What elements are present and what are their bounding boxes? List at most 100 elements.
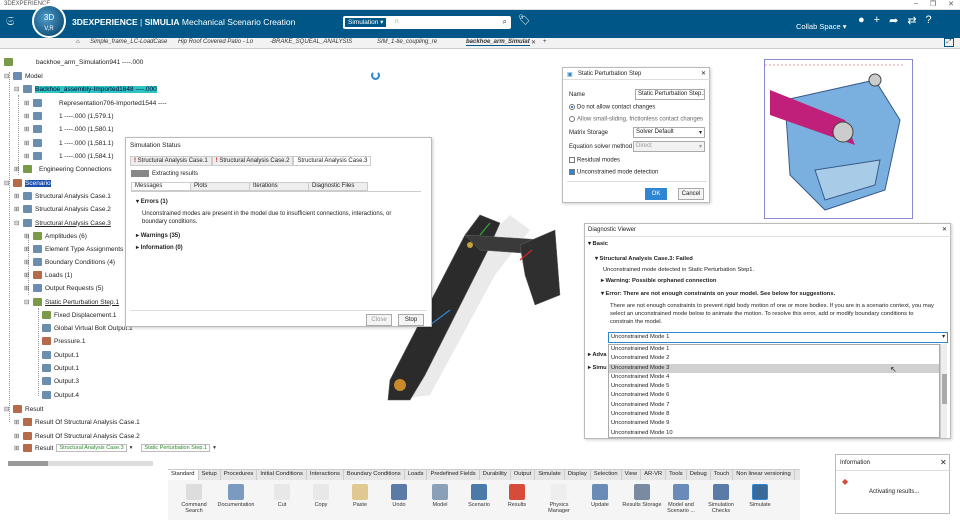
unconstrained-mode-select[interactable]: Unconstrained Mode 1 ▾ <box>608 332 948 343</box>
tab-close-icon[interactable]: ✕ <box>531 39 536 46</box>
mode-option[interactable]: Unconstrained Mode 4 <box>609 373 939 382</box>
tab-plots[interactable]: Plots <box>190 182 250 191</box>
simulation-checks-button[interactable]: Simulation Checks <box>701 484 741 514</box>
command-search-button[interactable]: Command Search <box>174 484 214 514</box>
user-collab-space[interactable]: Collab Space ▾ <box>796 22 846 31</box>
step-name-input[interactable]: Static Perturbation Step.1 <box>635 89 705 100</box>
advanced-section[interactable]: ▸ Adva <box>588 352 607 358</box>
section-simulate[interactable]: Simulate <box>535 470 565 480</box>
unconstrained-checkbox[interactable]: Unconstrained mode detection <box>569 169 658 176</box>
restore-button[interactable]: ❐ <box>930 0 936 8</box>
tree-boundary[interactable]: ⊞ Boundary Conditions (4) <box>24 258 115 266</box>
tab-case-1[interactable]: ! Structural Analysis Case.1 <box>130 156 212 166</box>
model-button[interactable]: Model <box>420 484 460 508</box>
copy-button[interactable]: Copy <box>301 484 341 508</box>
tab-simple-frame[interactable]: Simple_frame_LC-LoadCase <box>90 39 167 45</box>
tree-case-3[interactable]: ⊟ Structural Analysis Case.3 <box>14 219 111 227</box>
tree-engineering[interactable]: ⊞ Engineering Connections <box>14 165 112 173</box>
tree-scenario[interactable]: ⊟ Scenario <box>4 179 51 187</box>
section-procedures[interactable]: Procedures <box>221 470 258 480</box>
sps-close-icon[interactable]: ✕ <box>701 70 706 77</box>
step-selector[interactable]: Static Perturbation Step.1 <box>141 444 211 452</box>
allow-contact-radio[interactable]: Allow small-sliding, frictionless contac… <box>569 116 703 123</box>
no-contact-radio[interactable]: Do not allow contact changes <box>569 104 655 111</box>
scenario-button[interactable]: Scenario <box>459 484 499 508</box>
basic-section[interactable]: ▾ Basic <box>588 241 608 247</box>
tree-model[interactable]: ⊟ Model <box>4 72 43 80</box>
search-icon[interactable]: ⌕ <box>503 17 507 27</box>
section-loads[interactable]: Loads <box>405 470 428 480</box>
dropdown-scrollbar[interactable] <box>940 344 947 438</box>
section-setup[interactable]: Setup <box>199 470 221 480</box>
tab-backhoe-arm[interactable]: backhoe_arm_Simulat <box>466 39 530 46</box>
section-display[interactable]: Display <box>565 470 591 480</box>
section-durability[interactable]: Durability <box>480 470 511 480</box>
tab-iterations[interactable]: Iterations <box>249 182 309 191</box>
section-boundary-conditions[interactable]: Boundary Conditions <box>344 470 405 480</box>
tree-bolt-output[interactable]: Global Virtual Bolt Output.1 <box>42 324 133 332</box>
minimize-button[interactable]: – <box>914 0 918 8</box>
tree-result-2[interactable]: ⊞ Result Of Structural Analysis Case.2 <box>14 432 140 440</box>
stop-button[interactable]: Stop <box>398 314 424 326</box>
results-storage-button[interactable]: Results Storage <box>622 484 662 508</box>
warning-header[interactable]: ▸ Warning: Possible orphaned connection <box>601 278 716 284</box>
model-scenario-button[interactable]: Model and Scenario ... <box>661 484 701 514</box>
close-window-button[interactable]: ✕ <box>948 0 954 8</box>
section-ar-vr[interactable]: AR-VR <box>641 470 667 480</box>
add-icon[interactable]: + <box>874 14 880 27</box>
equation-solver-select[interactable]: Direct ▾ <box>633 141 705 152</box>
section-tools[interactable]: Tools <box>666 470 687 480</box>
physics-manager-button[interactable]: Physics Manager <box>539 484 579 514</box>
section-nonlinear-versioning[interactable]: Non linear versioning <box>733 470 795 480</box>
user-avatar-icon[interactable]: ● <box>858 14 865 27</box>
ok-button[interactable]: OK <box>645 188 667 200</box>
search-input[interactable]: n <box>395 18 399 25</box>
section-predefined-fields[interactable]: Predefined Fields <box>427 470 480 480</box>
section-standard[interactable]: Standard <box>168 470 199 480</box>
case-selector[interactable]: Structural Analysis Case.3 <box>56 444 127 452</box>
tag-icon[interactable]: 🏷 <box>518 15 531 26</box>
mode-option[interactable]: Unconstrained Mode 1 <box>609 345 939 354</box>
close-button[interactable]: Close <box>366 314 392 326</box>
tree-output-4[interactable]: Output.4 <box>42 391 79 399</box>
cut-button[interactable]: Cut <box>262 484 302 508</box>
tree-case-2[interactable]: ⊞ Structural Analysis Case.2 <box>14 205 111 213</box>
error-header[interactable]: ▾ Error: There are not enough constraint… <box>601 291 835 297</box>
communicate-icon[interactable]: ⇄ <box>907 14 916 27</box>
share-icon[interactable]: ➦ <box>889 14 898 27</box>
section-output[interactable]: Output <box>511 470 536 480</box>
tree-output-3[interactable]: Output.3 <box>42 377 79 385</box>
paste-button[interactable]: Paste <box>340 484 380 508</box>
tree-output-1a[interactable]: Output.1 <box>42 351 79 359</box>
residual-checkbox[interactable]: Residual modes <box>569 157 620 164</box>
help-icon[interactable]: ? <box>926 14 932 27</box>
tab-hip-roof[interactable]: Hip Roof Covered Patio - Lo <box>178 39 253 45</box>
tree-representation[interactable]: ⊞ Representation706-Imported1544 ---- <box>24 99 167 107</box>
ds-logo-icon[interactable]: 𝔖 <box>6 14 14 29</box>
information-header[interactable]: ▸ Information (0) <box>136 244 407 251</box>
tree-case-1[interactable]: ⊞ Structural Analysis Case.1 <box>14 192 111 200</box>
warnings-header[interactable]: ▸ Warnings (35) <box>136 232 407 239</box>
tree-amplitudes[interactable]: ⊞ Amplitudes (6) <box>24 232 87 240</box>
tab-add-icon[interactable]: + <box>543 39 547 45</box>
section-debug[interactable]: Debug <box>687 470 711 480</box>
tree-pressure[interactable]: Pressure.1 <box>42 337 85 345</box>
simulation-section[interactable]: ▸ Simu <box>588 365 607 371</box>
tab-diagnostic-files[interactable]: Diagnostic Files <box>308 182 368 191</box>
results-button[interactable]: Results <box>497 484 537 508</box>
tree-part-2[interactable]: ⊞ 1 ----.000 (1,580.1) <box>24 125 114 133</box>
tree-output-1b[interactable]: Output.1 <box>42 364 79 372</box>
undo-button[interactable]: Undo <box>379 484 419 508</box>
bucket-thumbnail[interactable] <box>764 59 913 219</box>
diag-close-icon[interactable]: ✕ <box>942 226 947 233</box>
tree-output-requests[interactable]: ⊞ Output Requests (5) <box>24 284 104 292</box>
tree-root[interactable]: backhoe_arm_Simulation941 ----.000 <box>4 58 143 66</box>
expand-icon[interactable]: ⤢ <box>944 38 954 47</box>
tree-result[interactable]: ⊟ Result <box>4 405 43 413</box>
tree-part-1[interactable]: ⊞ 1 ----.000 (1,579.1) <box>24 112 114 120</box>
documentation-button[interactable]: Documentation <box>216 484 256 508</box>
update-button[interactable]: Update <box>580 484 620 508</box>
search-scope-select[interactable]: Simulation ▾ <box>345 18 387 27</box>
section-initial-conditions[interactable]: Initial Conditions <box>257 470 307 480</box>
section-touch[interactable]: Touch <box>711 470 734 480</box>
